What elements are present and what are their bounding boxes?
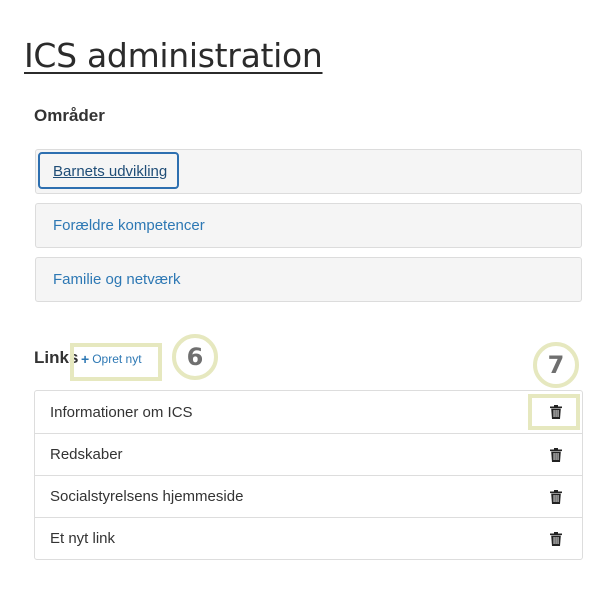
create-link-label: Opret nyt bbox=[92, 352, 142, 366]
area-item-label: Barnets udvikling bbox=[53, 163, 168, 180]
plus-icon: + bbox=[81, 351, 90, 367]
callout-delete: 7 bbox=[533, 342, 579, 388]
area-item-familie-og-netvaerk[interactable]: Familie og netværk bbox=[35, 257, 582, 302]
area-item-label: Familie og netværk bbox=[53, 271, 181, 288]
link-label[interactable]: Socialstyrelsens hjemmeside bbox=[50, 488, 243, 505]
links-table: Informationer om ICS Redskaber Socialsty… bbox=[34, 390, 583, 560]
table-row: Socialstyrelsens hjemmeside bbox=[35, 475, 582, 517]
area-item-foraeldre-kompetencer[interactable]: Forældre kompetencer bbox=[35, 203, 582, 248]
areas-list: Barnets udvikling Forældre kompetencer F… bbox=[35, 149, 582, 311]
areas-heading: Områder bbox=[34, 106, 105, 125]
link-label[interactable]: Informationer om ICS bbox=[50, 404, 193, 421]
link-label[interactable]: Redskaber bbox=[50, 446, 123, 463]
trash-icon[interactable] bbox=[550, 531, 562, 546]
trash-icon[interactable] bbox=[550, 447, 562, 462]
trash-icon[interactable] bbox=[550, 489, 562, 504]
table-row: Redskaber bbox=[35, 433, 582, 475]
callout-create: 6 bbox=[172, 334, 218, 380]
table-row: Informationer om ICS bbox=[35, 391, 582, 433]
area-item-barnets-udvikling[interactable]: Barnets udvikling bbox=[35, 149, 582, 194]
page-title: ICS administration bbox=[24, 36, 323, 75]
table-row: Et nyt link bbox=[35, 517, 582, 559]
link-label[interactable]: Et nyt link bbox=[50, 530, 115, 547]
area-item-label: Forældre kompetencer bbox=[53, 217, 205, 234]
create-link-button[interactable]: + Opret nyt bbox=[70, 343, 162, 381]
delete-highlight bbox=[528, 394, 580, 430]
